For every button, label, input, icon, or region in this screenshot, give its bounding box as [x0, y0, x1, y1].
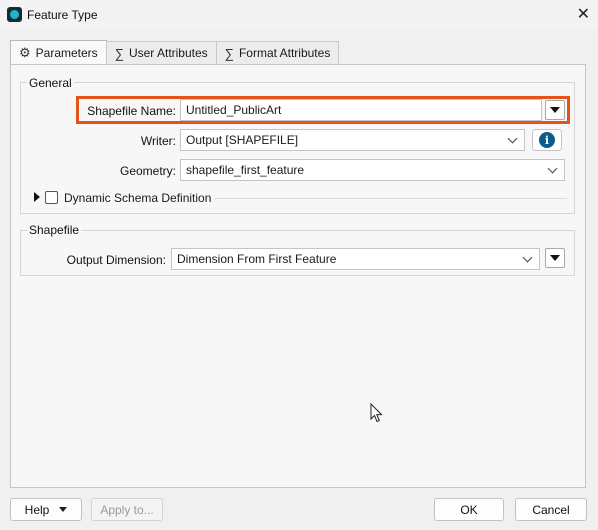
ok-button[interactable]: OK	[434, 498, 504, 521]
ok-button-label: OK	[460, 502, 478, 517]
shapefile-name-input[interactable]: Untitled_PublicArt	[180, 99, 542, 121]
title-bar: Feature Type ✕	[0, 0, 598, 30]
writer-select[interactable]: Output [SHAPEFILE]	[180, 129, 525, 151]
geometry-value: shapefile_first_feature	[186, 163, 305, 177]
output-dimension-select[interactable]: Dimension From First Feature	[171, 248, 540, 270]
dynamic-schema-checkbox[interactable]	[45, 191, 58, 204]
mouse-cursor-icon	[370, 403, 383, 423]
shapefile-group-title: Shapefile	[27, 223, 82, 237]
dynamic-schema-label: Dynamic Schema Definition	[64, 191, 212, 205]
shapefile-name-label: Shapefile Name:	[87, 104, 176, 118]
output-dimension-label: Output Dimension:	[66, 253, 166, 267]
tab-format-attributes[interactable]: ∑ Format Attributes	[215, 41, 340, 64]
tab-label: Format Attributes	[238, 46, 331, 60]
triangle-down-icon	[550, 107, 560, 113]
close-icon[interactable]: ✕	[577, 4, 590, 24]
chevron-down-icon	[507, 134, 519, 146]
triangle-down-icon	[550, 255, 560, 261]
sigma-icon: ∑	[224, 45, 234, 61]
tab-user-attributes[interactable]: ∑ User Attributes	[105, 41, 217, 64]
tab-label: User Attributes	[128, 46, 208, 60]
window-title: Feature Type	[27, 8, 98, 22]
expand-triangle-icon[interactable]	[34, 192, 40, 202]
help-button[interactable]: Help	[10, 498, 82, 521]
output-dimension-value: Dimension From First Feature	[177, 252, 337, 266]
geometry-select[interactable]: shapefile_first_feature	[180, 159, 565, 181]
info-icon: i	[539, 132, 555, 148]
chevron-down-icon	[59, 507, 68, 512]
chevron-down-icon	[547, 164, 559, 176]
cancel-button-label: Cancel	[532, 502, 570, 517]
writer-label: Writer:	[140, 134, 176, 148]
cancel-button[interactable]: Cancel	[515, 498, 587, 521]
tab-label: Parameters	[35, 45, 98, 60]
gear-icon: ⚙	[19, 44, 31, 60]
help-button-label: Help	[24, 502, 50, 517]
shapefile-name-value: Untitled_PublicArt	[186, 103, 282, 117]
writer-value: Output [SHAPEFILE]	[186, 133, 299, 147]
apply-to-button[interactable]: Apply to...	[91, 498, 163, 521]
apply-to-button-label: Apply to...	[100, 502, 154, 517]
sigma-icon: ∑	[114, 45, 124, 61]
dynamic-schema-separator	[215, 198, 567, 199]
writer-info-button[interactable]: i	[532, 129, 562, 151]
general-group-title: General	[27, 76, 74, 90]
tab-bar: ⚙ Parameters ∑ User Attributes ∑ Format …	[10, 40, 340, 64]
geometry-label: Geometry:	[119, 164, 176, 178]
app-icon	[7, 7, 22, 22]
chevron-down-icon	[522, 253, 534, 265]
tab-parameters[interactable]: ⚙ Parameters	[10, 40, 107, 64]
output-dimension-dropdown-button[interactable]	[545, 248, 565, 268]
shapefile-name-dropdown-button[interactable]	[545, 100, 565, 120]
